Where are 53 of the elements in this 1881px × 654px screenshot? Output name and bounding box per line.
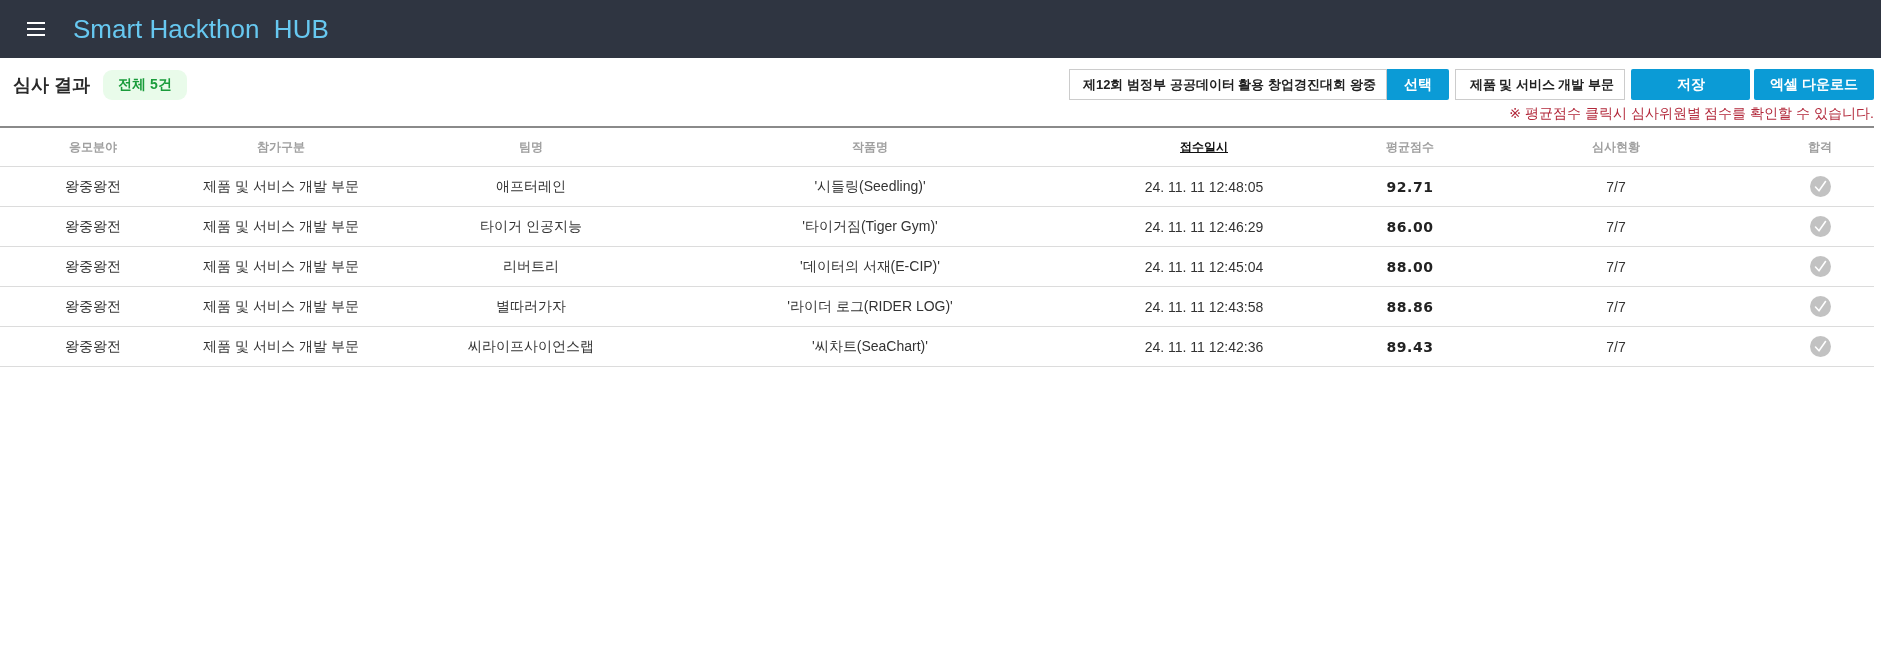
score-notice: ※ 평균점수 클릭시 심사위원별 점수를 확인할 수 있습니다. xyxy=(1509,105,1874,123)
table-cell: 24. 11. 11 12:45:04 xyxy=(1144,258,1264,275)
table-cell: 제품 및 서비스 개발 부문 xyxy=(203,177,359,194)
menu-icon[interactable] xyxy=(27,22,45,36)
column-header[interactable]: 팀명 xyxy=(519,139,543,154)
average-score-link[interactable]: 92.71 xyxy=(1386,178,1434,195)
count-badge: 전체 5건 xyxy=(103,69,187,100)
table-cell: '타이거짐(Tiger Gym)' xyxy=(802,217,938,234)
average-score-link[interactable]: 88.86 xyxy=(1386,298,1434,315)
table-cell: 리버트리 xyxy=(503,257,559,274)
table-cell: 제품 및 서비스 개발 부문 xyxy=(203,217,359,234)
table-cell: 제품 및 서비스 개발 부문 xyxy=(203,297,359,314)
save-button[interactable]: 저장 xyxy=(1631,69,1750,100)
table-cell: 24. 11. 11 12:46:29 xyxy=(1144,218,1264,235)
category-dropdown[interactable]: 제품 및 서비스 개발 부문 xyxy=(1454,69,1625,100)
page-title: 심사 결과 xyxy=(13,73,90,97)
table-cell: 7/7 xyxy=(1606,178,1626,195)
column-header[interactable]: 심사현황 xyxy=(1592,139,1640,154)
table-cell: 24. 11. 11 12:42:36 xyxy=(1144,338,1264,355)
average-score-link[interactable]: 86.00 xyxy=(1386,218,1434,235)
contest-field[interactable]: 제12회 범정부 공공데이터 활용 창업경진대회 왕중 xyxy=(1069,69,1387,100)
select-button[interactable]: 선택 xyxy=(1386,69,1449,100)
average-score-link[interactable]: 89.43 xyxy=(1386,338,1434,355)
table-cell: 7/7 xyxy=(1606,298,1626,315)
table-cell: 왕중왕전 xyxy=(65,217,121,234)
table-cell: 7/7 xyxy=(1606,338,1626,355)
excel-download-button[interactable]: 엑셀 다운로드 xyxy=(1754,69,1874,100)
table-cell: '라이더 로그(RIDER LOG)' xyxy=(787,297,953,314)
average-score-link[interactable]: 88.00 xyxy=(1386,258,1434,275)
column-header[interactable]: 응모분야 xyxy=(69,139,117,154)
column-header[interactable]: 합격 xyxy=(1808,139,1832,154)
table-cell: 씨라이프사이언스랩 xyxy=(468,337,594,354)
table-cell: 애프터레인 xyxy=(496,177,566,194)
table-cell: 왕중왕전 xyxy=(65,337,121,354)
table-cell: 7/7 xyxy=(1606,258,1626,275)
column-header[interactable]: 작품명 xyxy=(852,139,888,154)
table-cell: 24. 11. 11 12:48:05 xyxy=(1144,178,1264,195)
table-cell: 왕중왕전 xyxy=(65,257,121,274)
table-cell: 제품 및 서비스 개발 부문 xyxy=(203,257,359,274)
table-cell: '데이터의 서재(E-CIP)' xyxy=(800,257,940,274)
table-cell: 왕중왕전 xyxy=(65,297,121,314)
table-cell: 24. 11. 11 12:43:58 xyxy=(1144,298,1264,315)
column-header[interactable]: 평균점수 xyxy=(1386,139,1434,154)
table-cell: '씨차트(SeaChart)' xyxy=(812,337,928,354)
table-cell: 왕중왕전 xyxy=(65,177,121,194)
table-cell: 제품 및 서비스 개발 부문 xyxy=(203,337,359,354)
column-header[interactable]: 참가구분 xyxy=(257,139,305,154)
app-title: Smart Hackthon HUB xyxy=(73,13,329,45)
table-cell: '시들링(Seedling)' xyxy=(814,177,926,194)
column-header[interactable]: 접수일시 xyxy=(1180,139,1228,154)
table-cell: 별따러가자 xyxy=(496,297,566,314)
table-cell: 타이거 인공지능 xyxy=(480,217,582,234)
table-cell: 7/7 xyxy=(1606,218,1626,235)
